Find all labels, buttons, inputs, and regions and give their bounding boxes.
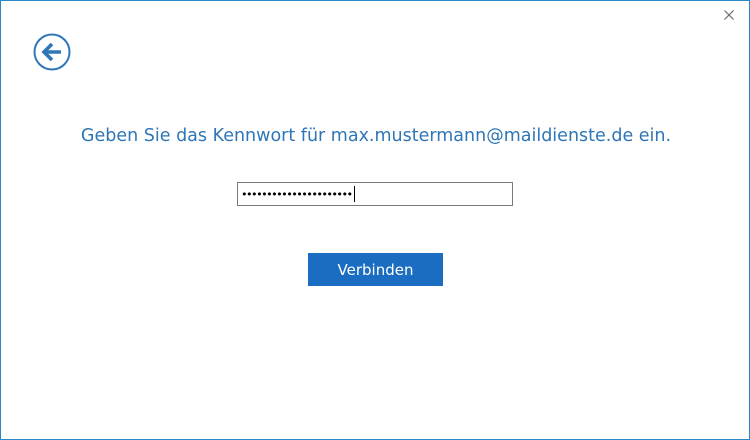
text-caret (353, 186, 355, 202)
close-icon (724, 10, 734, 20)
password-dialog: Geben Sie das Kennwort für max.musterman… (0, 0, 750, 440)
password-prompt: Geben Sie das Kennwort für max.musterman… (80, 126, 672, 146)
close-button[interactable] (721, 7, 737, 23)
password-masked-value: •••••••••••••••••••••• (241, 187, 353, 201)
back-arrow-icon (33, 33, 71, 71)
back-button[interactable] (33, 33, 71, 71)
password-input[interactable]: •••••••••••••••••••••• (237, 182, 513, 206)
connect-button[interactable]: Verbinden (308, 253, 443, 286)
